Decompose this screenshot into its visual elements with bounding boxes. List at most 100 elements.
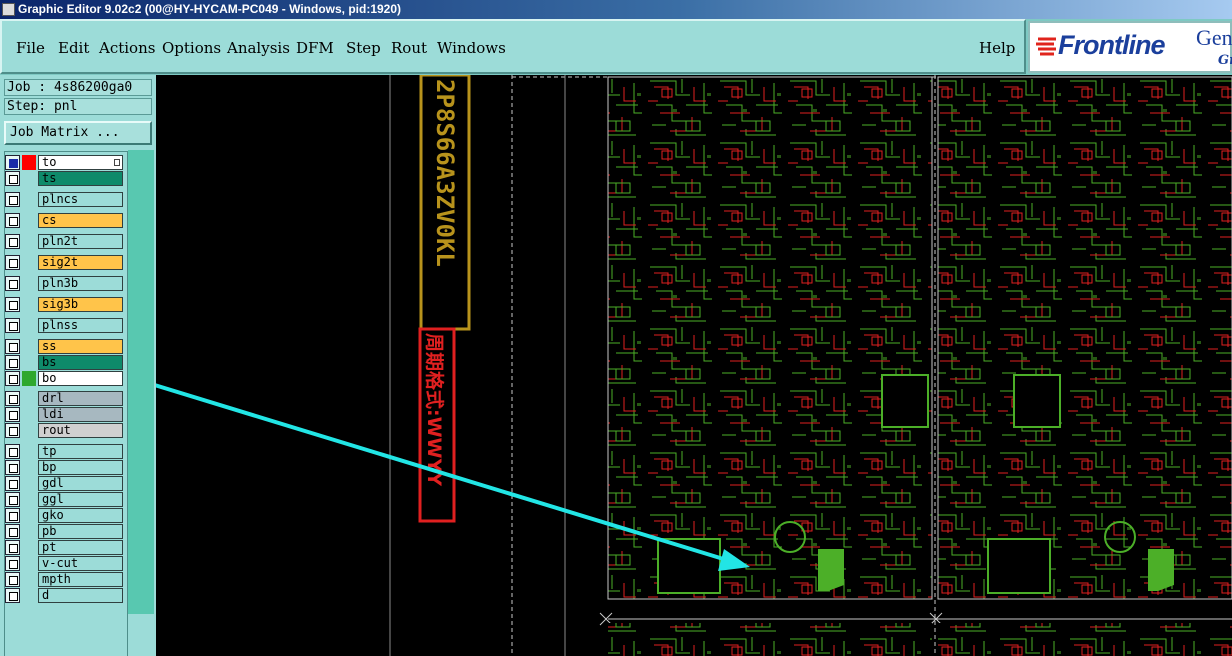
- brand-product-text: Gen: [1196, 25, 1232, 50]
- menu-help[interactable]: Help: [979, 39, 1015, 57]
- layer-row-mpth[interactable]: mpth: [5, 572, 123, 587]
- layer-name[interactable]: drl: [38, 391, 123, 406]
- layer-name[interactable]: v-cut: [38, 556, 123, 571]
- layer-list-scrollbar[interactable]: [128, 150, 154, 614]
- layer-row-pt[interactable]: pt: [5, 540, 123, 555]
- layer-row-v-cut[interactable]: v-cut: [5, 556, 123, 571]
- layer-row-drl[interactable]: drl: [5, 391, 123, 406]
- app-icon[interactable]: [2, 3, 15, 16]
- layer-name[interactable]: pln3b: [38, 276, 123, 291]
- layer-row-ss[interactable]: ss: [5, 339, 123, 354]
- layer-row-plnss[interactable]: plnss: [5, 318, 123, 333]
- layer-row-rout[interactable]: rout: [5, 423, 123, 438]
- menu-dfm[interactable]: DFM: [296, 39, 334, 57]
- layer-name[interactable]: ldi: [38, 407, 123, 422]
- layer-row-cs[interactable]: cs: [5, 213, 123, 228]
- layer-checkbox[interactable]: [5, 255, 20, 270]
- date-code-label: 周期格式:WWYY: [423, 333, 446, 486]
- menu-analysis[interactable]: Analysis: [227, 39, 290, 57]
- layer-row-bo[interactable]: bo: [5, 371, 123, 386]
- layer-name[interactable]: gdl: [38, 476, 123, 491]
- layer-checkbox[interactable]: [5, 572, 20, 587]
- layer-checkbox[interactable]: [5, 444, 20, 459]
- layer-row-plncs[interactable]: plncs: [5, 192, 123, 207]
- job-matrix-button[interactable]: Job Matrix ...: [4, 121, 152, 145]
- layer-checkbox[interactable]: [5, 339, 20, 354]
- layer-row-to[interactable]: to: [5, 155, 123, 170]
- menu-windows[interactable]: Windows: [437, 39, 506, 57]
- layer-row-gko[interactable]: gko: [5, 508, 123, 523]
- layer-row-pln2t[interactable]: pln2t: [5, 234, 123, 249]
- layer-name[interactable]: ggl: [38, 492, 123, 507]
- menu-actions[interactable]: Actions: [99, 39, 155, 57]
- layer-checkbox[interactable]: [5, 588, 20, 603]
- layer-checkbox[interactable]: [5, 524, 20, 539]
- menu-rout[interactable]: Rout: [391, 39, 427, 57]
- layer-row-d[interactable]: d: [5, 588, 123, 603]
- menu-step[interactable]: Step: [346, 39, 381, 57]
- layer-checkbox[interactable]: [5, 556, 20, 571]
- layer-name[interactable]: d: [38, 588, 123, 603]
- frontline-logo-icon: [1036, 37, 1056, 56]
- graphic-canvas[interactable]: 2P8S66A3ZV0KL 周期格式:WWYY: [156, 75, 1232, 656]
- layer-checkbox[interactable]: [5, 234, 20, 249]
- layer-checkbox[interactable]: [5, 476, 20, 491]
- layer-checkbox[interactable]: [5, 355, 20, 370]
- layer-checkbox[interactable]: [5, 423, 20, 438]
- layer-color-swatch: [22, 155, 36, 170]
- layer-row-pln3b[interactable]: pln3b: [5, 276, 123, 291]
- layer-row-sig3b[interactable]: sig3b: [5, 297, 123, 312]
- layer-name[interactable]: to: [38, 155, 123, 170]
- layer-checkbox[interactable]: [5, 318, 20, 333]
- pcb-board-left: [607, 76, 933, 600]
- layer-name[interactable]: rout: [38, 423, 123, 438]
- layer-name[interactable]: gko: [38, 508, 123, 523]
- layer-row-bs[interactable]: bs: [5, 355, 123, 370]
- layer-checkbox[interactable]: [5, 508, 20, 523]
- layer-name[interactable]: cs: [38, 213, 123, 228]
- layer-checkbox[interactable]: [5, 155, 20, 170]
- left-panel: Job : 4s86200ga0 Step: pnl Job Matrix ..…: [0, 75, 156, 656]
- layer-checkbox[interactable]: [5, 192, 20, 207]
- layer-name[interactable]: bp: [38, 460, 123, 475]
- layer-name[interactable]: sig2t: [38, 255, 123, 270]
- layer-checkbox[interactable]: [5, 407, 20, 422]
- layer-name[interactable]: pt: [38, 540, 123, 555]
- layer-checkbox[interactable]: [5, 540, 20, 555]
- layer-name[interactable]: bs: [38, 355, 123, 370]
- layer-checkbox[interactable]: [5, 276, 20, 291]
- layer-checkbox[interactable]: [5, 460, 20, 475]
- menu-options[interactable]: Options: [162, 39, 221, 57]
- layer-name[interactable]: sig3b: [38, 297, 123, 312]
- layer-name[interactable]: plnss: [38, 318, 123, 333]
- layer-row-tp[interactable]: tp: [5, 444, 123, 459]
- layer-name[interactable]: ss: [38, 339, 123, 354]
- layer-name[interactable]: plncs: [38, 192, 123, 207]
- layer-name[interactable]: pb: [38, 524, 123, 539]
- step-name-label: Step: pnl: [4, 98, 152, 115]
- layer-row-ldi[interactable]: ldi: [5, 407, 123, 422]
- layer-name[interactable]: pln2t: [38, 234, 123, 249]
- layer-checkbox[interactable]: [5, 297, 20, 312]
- layer-checkbox[interactable]: [5, 391, 20, 406]
- brand-logo-area: Frontline Gen Gr: [1028, 21, 1232, 73]
- pcb-board-right: [937, 76, 1232, 600]
- layer-checkbox[interactable]: [5, 213, 20, 228]
- menu-edit[interactable]: Edit: [58, 39, 89, 57]
- layer-row-gdl[interactable]: gdl: [5, 476, 123, 491]
- layer-checkbox[interactable]: [5, 371, 20, 386]
- layer-row-sig2t[interactable]: sig2t: [5, 255, 123, 270]
- layer-menu-icon[interactable]: [114, 159, 120, 166]
- layer-row-ts[interactable]: ts: [5, 171, 123, 186]
- menu-file[interactable]: File: [16, 39, 45, 57]
- layer-name[interactable]: ts: [38, 171, 123, 186]
- layer-row-bp[interactable]: bp: [5, 460, 123, 475]
- layer-color-swatch: [22, 371, 36, 386]
- layer-checkbox[interactable]: [5, 492, 20, 507]
- layer-row-pb[interactable]: pb: [5, 524, 123, 539]
- layer-name[interactable]: mpth: [38, 572, 123, 587]
- layer-checkbox[interactable]: [5, 171, 20, 186]
- layer-name[interactable]: tp: [38, 444, 123, 459]
- layer-row-ggl[interactable]: ggl: [5, 492, 123, 507]
- layer-name[interactable]: bo: [38, 371, 123, 386]
